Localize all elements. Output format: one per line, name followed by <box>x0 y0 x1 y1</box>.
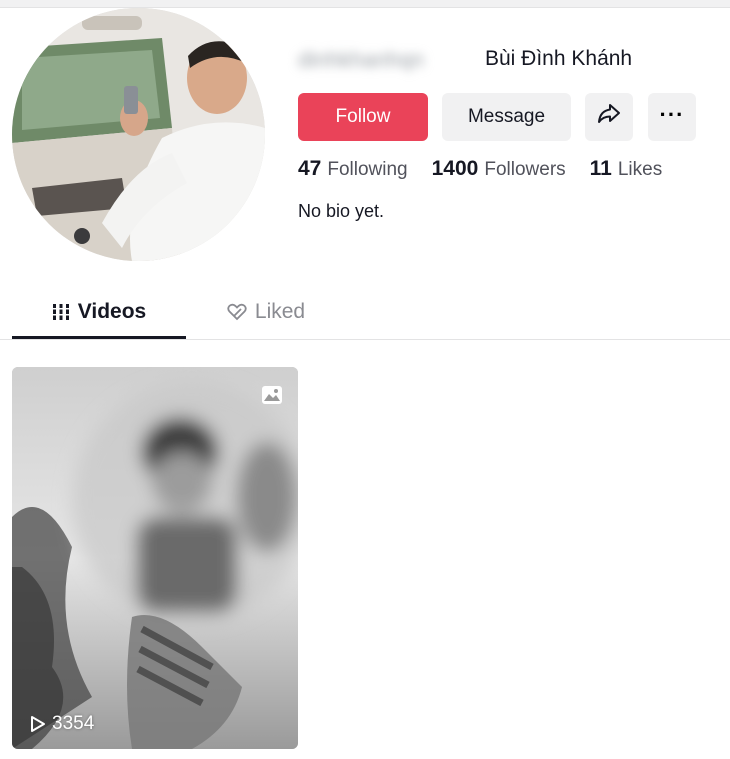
more-options-button[interactable]: ··· <box>648 93 696 141</box>
bio-text: No bio yet. <box>298 201 385 221</box>
top-bar-edge <box>0 0 730 8</box>
following-stat[interactable]: 47 Following <box>298 157 408 181</box>
followers-count: 1400 <box>431 157 479 180</box>
view-count: 3354 <box>52 713 95 734</box>
tab-liked[interactable]: Liked <box>186 288 346 336</box>
tab-videos[interactable]: Videos <box>12 288 186 336</box>
grid-icon <box>51 303 70 321</box>
following-count: 47 <box>298 157 322 180</box>
username: dinhkhanhqn <box>298 47 425 72</box>
followers-stat[interactable]: 1400 Followers <box>432 157 566 181</box>
liked-heart-icon <box>227 303 247 321</box>
tab-videos-label: Videos <box>77 300 147 323</box>
message-button[interactable]: Message <box>442 93 571 141</box>
video-views: 3354 <box>30 713 94 735</box>
active-tab-indicator <box>12 336 186 339</box>
likes-stat: 11 Likes <box>590 157 663 181</box>
following-label: Following <box>327 159 408 180</box>
avatar[interactable] <box>12 8 265 261</box>
profile-tabs: Videos Liked <box>0 288 730 340</box>
tab-liked-label: Liked <box>254 300 306 323</box>
follow-button[interactable]: Follow <box>298 93 428 141</box>
likes-count: 11 <box>589 157 612 180</box>
more-dots-icon: ··· <box>659 101 685 127</box>
photo-icon <box>261 385 283 405</box>
display-name: Bùi Đình Khánh <box>485 47 633 70</box>
share-arrow-icon <box>597 103 621 131</box>
video-card[interactable]: 3354 <box>12 367 298 749</box>
profile-stats: 47 Following 1400 Followers 11 Likes <box>298 157 686 185</box>
likes-label: Likes <box>617 159 663 180</box>
play-icon <box>30 715 46 733</box>
share-button[interactable] <box>585 93 633 141</box>
followers-label: Followers <box>484 159 566 180</box>
